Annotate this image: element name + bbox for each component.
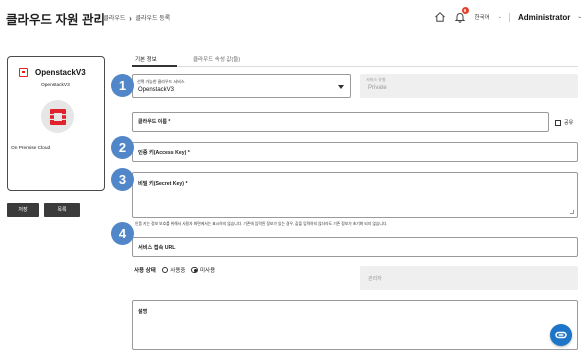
chevron-down-icon[interactable]: ⌄ [577,14,582,20]
breadcrumb-item-register: 클라우드 등록 [135,16,171,22]
step-badge-1: 1 [111,74,134,97]
key-hint-text: 인증 키는 정보 보호를 위해서 사용자 화면에서는 표시하지 않습니다. 기존… [135,222,388,226]
cloud-type: On Premise Cloud [11,146,51,151]
bell-icon[interactable]: 6 [453,7,469,24]
breadcrumb-separator: › [97,14,100,23]
radio-in-use-label[interactable]: 사용중 [170,266,185,274]
radio-not-in-use[interactable] [191,266,198,274]
openstack-logo [41,100,74,133]
radio-in-use[interactable] [161,266,169,274]
usage-status: 사용 상태 사용중 미사용 [134,266,215,274]
cloud-card: OpenstackV3 OpenstackV3 On Premise Cloud [7,56,105,191]
cloud-service-value: OpenstackV3 [138,87,175,93]
description-label: 설명 [138,309,148,315]
share-checkbox[interactable]: 공유 [555,119,573,126]
tab-cloud-attributes[interactable]: 클라우드 속성 값(들) [193,55,240,63]
breadcrumb-item-cloud[interactable]: 클라우드 [103,16,125,22]
resize-handle-icon[interactable] [570,210,574,214]
description-field[interactable]: 설명 [132,300,578,350]
openstack-icon [19,68,28,77]
step-badge-4: 4 [111,222,134,245]
link-icon [555,331,567,339]
service-url-field[interactable]: 서비스 접속 URL [132,237,578,257]
share-label: 공유 [564,120,574,126]
usage-status-label: 사용 상태 [134,268,156,274]
tab-basic-info[interactable]: 기본 정보 [135,55,157,63]
save-button[interactable]: 저장 [7,203,39,217]
list-button[interactable]: 목록 [44,203,80,217]
notification-badge: 6 [461,7,469,14]
service-type-label: 서비스 유형 [366,77,386,82]
page-title: 클라우드 자원 관리 [6,13,105,27]
secret-key-field[interactable]: 비밀 키(Secret Key) * [132,172,578,218]
cloud-name-label: 클라우드 이름 * [138,119,171,125]
cloud-name-field[interactable]: 클라우드 이름 * [132,112,549,132]
service-type-value: Private [368,85,387,91]
step-badge-2: 2 [111,136,134,159]
card-header: OpenstackV3 [19,68,86,77]
card-title: OpenstackV3 [35,68,86,77]
manager-label: 관리자 [368,276,382,282]
home-icon[interactable] [433,10,447,24]
service-type-field: 서비스 유형 Private [360,74,578,98]
radio-not-in-use-label[interactable]: 미사용 [200,266,215,274]
user-menu[interactable]: Administrator [518,13,570,22]
divider [508,12,510,22]
chat-fab-button[interactable] [550,324,572,346]
service-url-label: 서비스 접속 URL [138,245,176,251]
tab-divider [132,66,578,67]
chevron-down-icon[interactable]: ⌄ [498,14,502,20]
step-badge-3: 3 [111,168,134,191]
manager-field: 관리자 [360,266,578,290]
header-tools: 6 한국어 ⌄ Administrator ⌄ [433,7,582,24]
breadcrumb: › 클라우드 › 클라우드 등록 [95,13,171,23]
active-tab-indicator [132,65,177,67]
language-selector[interactable]: 한국어 [475,13,490,21]
card-subtitle: OpenstackV3 [41,83,70,88]
access-key-field[interactable]: 인증 키(Access Key) * [132,142,578,162]
secret-key-label: 비밀 키(Secret Key) * [138,181,188,187]
cloud-service-select[interactable]: 선택 가능한 클라우드 서비스 OpenstackV3 [132,74,351,98]
checkbox-icon[interactable] [555,119,561,126]
breadcrumb-separator: › [129,14,132,23]
page-header: 클라우드 자원 관리 › 클라우드 › 클라우드 등록 6 한국어 ⌄ Admi… [0,0,588,34]
cloud-service-label: 선택 가능한 클라우드 서비스 [137,79,185,84]
access-key-label: 인증 키(Access Key) * [138,150,190,156]
dropdown-arrow-icon[interactable] [338,85,344,91]
